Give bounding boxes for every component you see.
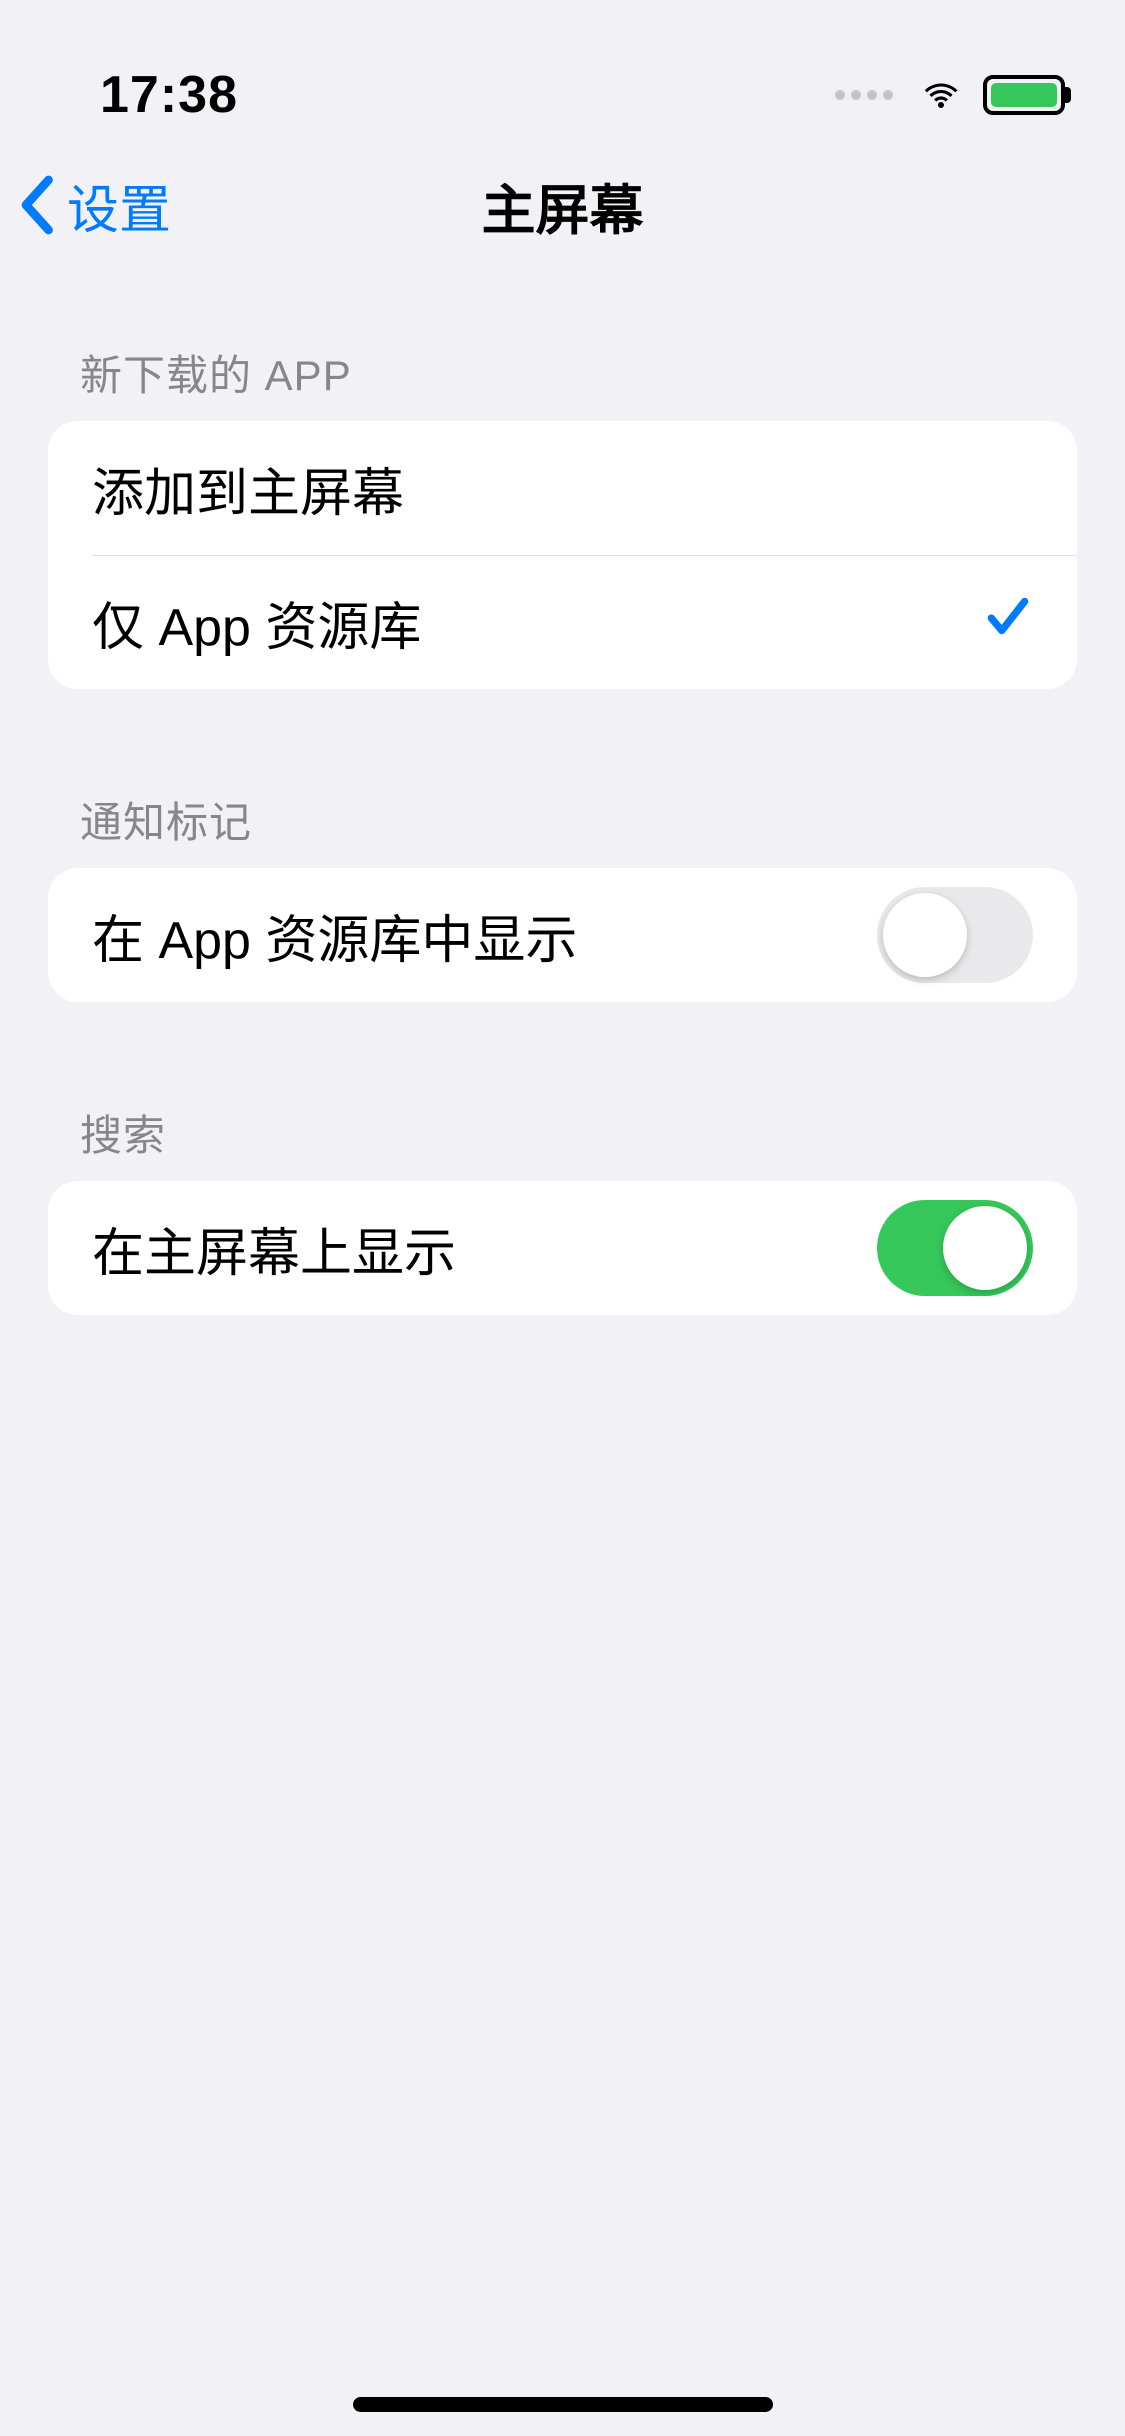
toggle-show-in-library: 在 App 资源库中显示 (48, 868, 1077, 1002)
back-label: 设置 (67, 168, 171, 243)
option-label: 仅 App 资源库 (92, 585, 421, 660)
toggle-label: 在 App 资源库中显示 (92, 898, 577, 973)
option-app-library-only[interactable]: 仅 App 资源库 (92, 555, 1077, 689)
new-apps-group: 添加到主屏幕 仅 App 资源库 (48, 421, 1077, 689)
show-in-library-switch[interactable] (877, 887, 1033, 983)
checkmark-icon (983, 591, 1033, 641)
status-time: 17:38 (100, 65, 238, 125)
status-icons (835, 71, 1065, 119)
navigation-bar: 设置 主屏幕 (0, 140, 1125, 270)
badges-group: 在 App 资源库中显示 (48, 868, 1077, 1002)
home-indicator[interactable] (353, 2397, 773, 2412)
search-group: 在主屏幕上显示 (48, 1181, 1077, 1315)
cellular-signal-icon (835, 90, 893, 100)
show-on-home-switch[interactable] (877, 1200, 1033, 1296)
wifi-icon (917, 71, 965, 119)
battery-icon (983, 75, 1065, 115)
option-label: 添加到主屏幕 (92, 451, 404, 526)
toggle-show-on-home: 在主屏幕上显示 (48, 1181, 1077, 1315)
status-bar: 17:38 (0, 0, 1125, 140)
option-add-to-home[interactable]: 添加到主屏幕 (48, 421, 1077, 555)
section-header-search: 搜索 (48, 1002, 1077, 1181)
section-header-new-apps: 新下载的 APP (48, 270, 1077, 421)
page-title: 主屏幕 (482, 166, 644, 245)
back-button[interactable]: 设置 (15, 168, 171, 243)
section-header-badges: 通知标记 (48, 689, 1077, 868)
toggle-label: 在主屏幕上显示 (92, 1211, 456, 1286)
chevron-left-icon (15, 175, 57, 235)
